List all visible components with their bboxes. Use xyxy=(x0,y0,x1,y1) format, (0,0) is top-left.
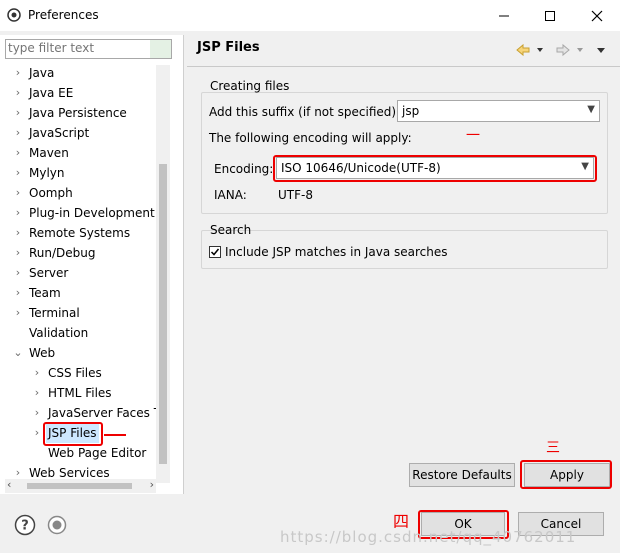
annotation-line xyxy=(104,434,126,436)
chevron-right-icon[interactable]: › xyxy=(12,63,24,83)
maximize-icon xyxy=(545,10,555,21)
tree-item-label: Validation xyxy=(29,326,89,340)
chevron-right-icon[interactable]: › xyxy=(31,383,43,403)
chevron-right-icon[interactable]: › xyxy=(31,403,43,423)
jsp-files-highlight-box xyxy=(43,422,103,446)
tree-horizontal-scrollbar[interactable]: ‹ › xyxy=(5,478,156,493)
svg-text:?: ? xyxy=(21,519,29,534)
annotation-marker-four: 四 xyxy=(393,512,410,531)
minimize-icon xyxy=(499,15,509,16)
tree-item-label: JavaScript xyxy=(29,126,90,140)
window-title: Preferences xyxy=(28,8,99,22)
tree-item-label: Java EE xyxy=(29,86,74,100)
restore-defaults-button[interactable]: Restore Defaults xyxy=(409,463,515,487)
annotation-marker-three: 三 xyxy=(546,440,560,456)
tree-item-label: Team xyxy=(29,286,61,300)
help-icon[interactable]: ? xyxy=(14,514,36,536)
tree-vertical-scrollbar[interactable] xyxy=(156,65,170,483)
chevron-right-icon[interactable]: › xyxy=(12,243,24,263)
filter-clear-button[interactable] xyxy=(150,40,171,58)
chevron-right-icon[interactable]: › xyxy=(12,123,24,143)
watermark-text: https://blog.csdn.net/qq_40762011 xyxy=(280,528,577,546)
back-arrow-icon[interactable] xyxy=(516,43,530,57)
chevron-down-icon[interactable]: ⌄ xyxy=(12,343,24,363)
checkmark-icon xyxy=(210,248,220,256)
chevron-right-icon[interactable]: › xyxy=(12,203,24,223)
eclipse-app-icon xyxy=(7,8,21,22)
scrollbar-thumb[interactable] xyxy=(27,483,132,489)
close-icon xyxy=(591,10,603,21)
forward-menu-chevron-icon[interactable] xyxy=(577,48,583,52)
tree-item-label: Oomph xyxy=(29,186,73,200)
creating-files-title: Creating files xyxy=(210,79,290,93)
iana-label: IANA: xyxy=(214,188,247,202)
scroll-left-icon[interactable]: ‹ xyxy=(7,478,11,491)
tree-item-label: Plug-in Development xyxy=(29,206,155,220)
suffix-select[interactable]: jsp ▼ xyxy=(397,100,600,122)
chevron-right-icon[interactable]: › xyxy=(12,143,24,163)
tree-item-label: Server xyxy=(29,266,69,280)
preferences-tree: › Java › Java EE › Java Persistence › JavaScrip… xyxy=(0,62,170,480)
page-title: JSP Files xyxy=(197,40,260,55)
record-macro-icon[interactable] xyxy=(46,514,68,536)
chevron-right-icon[interactable]: › xyxy=(31,363,43,383)
title-bar: Preferences xyxy=(0,0,620,31)
preference-page: JSP Files Creating files Add this suffix… xyxy=(187,35,620,494)
view-menu-icon[interactable] xyxy=(597,48,605,53)
chevron-right-icon[interactable]: › xyxy=(12,163,24,183)
chevron-right-icon[interactable]: › xyxy=(12,223,24,243)
tree-item-label: Terminal xyxy=(29,306,80,320)
suffix-label: Add this suffix (if not specified): xyxy=(209,105,401,119)
chevron-right-icon[interactable]: › xyxy=(31,423,43,443)
minimize-button[interactable] xyxy=(481,0,527,31)
back-menu-chevron-icon[interactable] xyxy=(537,48,543,52)
filter-input[interactable] xyxy=(6,40,148,56)
scroll-right-icon[interactable]: › xyxy=(150,478,154,491)
header-separator xyxy=(187,66,620,67)
include-jsp-checkbox[interactable] xyxy=(209,246,221,258)
tree-item-label: HTML Files xyxy=(48,386,112,400)
tree-item-label: Web Page Editor xyxy=(48,446,147,460)
chevron-right-icon[interactable]: › xyxy=(12,103,24,123)
chevron-right-icon[interactable]: › xyxy=(12,83,24,103)
tree-item-label: Java xyxy=(29,66,55,80)
page-navigation xyxy=(515,42,615,61)
tree-item-label: Web xyxy=(29,346,56,360)
scrollbar-thumb[interactable] xyxy=(159,164,167,464)
filter-field[interactable] xyxy=(5,39,172,59)
close-button[interactable] xyxy=(574,0,620,31)
tree-item-label: JavaServer Faces T xyxy=(48,406,162,420)
chevron-right-icon[interactable]: › xyxy=(12,183,24,203)
suffix-value: jsp xyxy=(402,104,420,118)
tree-item-label: Java Persistence xyxy=(29,106,127,120)
encoding-note: The following encoding will apply: xyxy=(209,131,412,145)
tree-item-label: Web Services xyxy=(29,466,110,480)
tree-item-label: CSS Files xyxy=(48,366,102,380)
tree-item-label: Mylyn xyxy=(29,166,65,180)
forward-arrow-icon[interactable] xyxy=(556,43,570,57)
iana-value: UTF-8 xyxy=(278,188,313,202)
chevron-right-icon[interactable]: › xyxy=(12,303,24,323)
search-title: Search xyxy=(210,223,252,237)
chevron-right-icon[interactable]: › xyxy=(12,283,24,303)
include-jsp-label: Include JSP matches in Java searches xyxy=(225,245,448,259)
tree-item-label: Remote Systems xyxy=(29,226,131,240)
encoding-label: Encoding: xyxy=(214,162,274,176)
tree-item-label: Run/Debug xyxy=(29,246,96,260)
maximize-button[interactable] xyxy=(527,0,573,31)
apply-highlight-box xyxy=(520,460,612,489)
chevron-right-icon[interactable]: › xyxy=(12,263,24,283)
annotation-marker-one: 一 xyxy=(466,128,480,144)
tree-item-label: Maven xyxy=(29,146,69,160)
chevron-down-icon: ▼ xyxy=(587,104,595,115)
encoding-highlight-box xyxy=(273,155,597,182)
chevron-right-icon[interactable]: › xyxy=(12,463,24,480)
